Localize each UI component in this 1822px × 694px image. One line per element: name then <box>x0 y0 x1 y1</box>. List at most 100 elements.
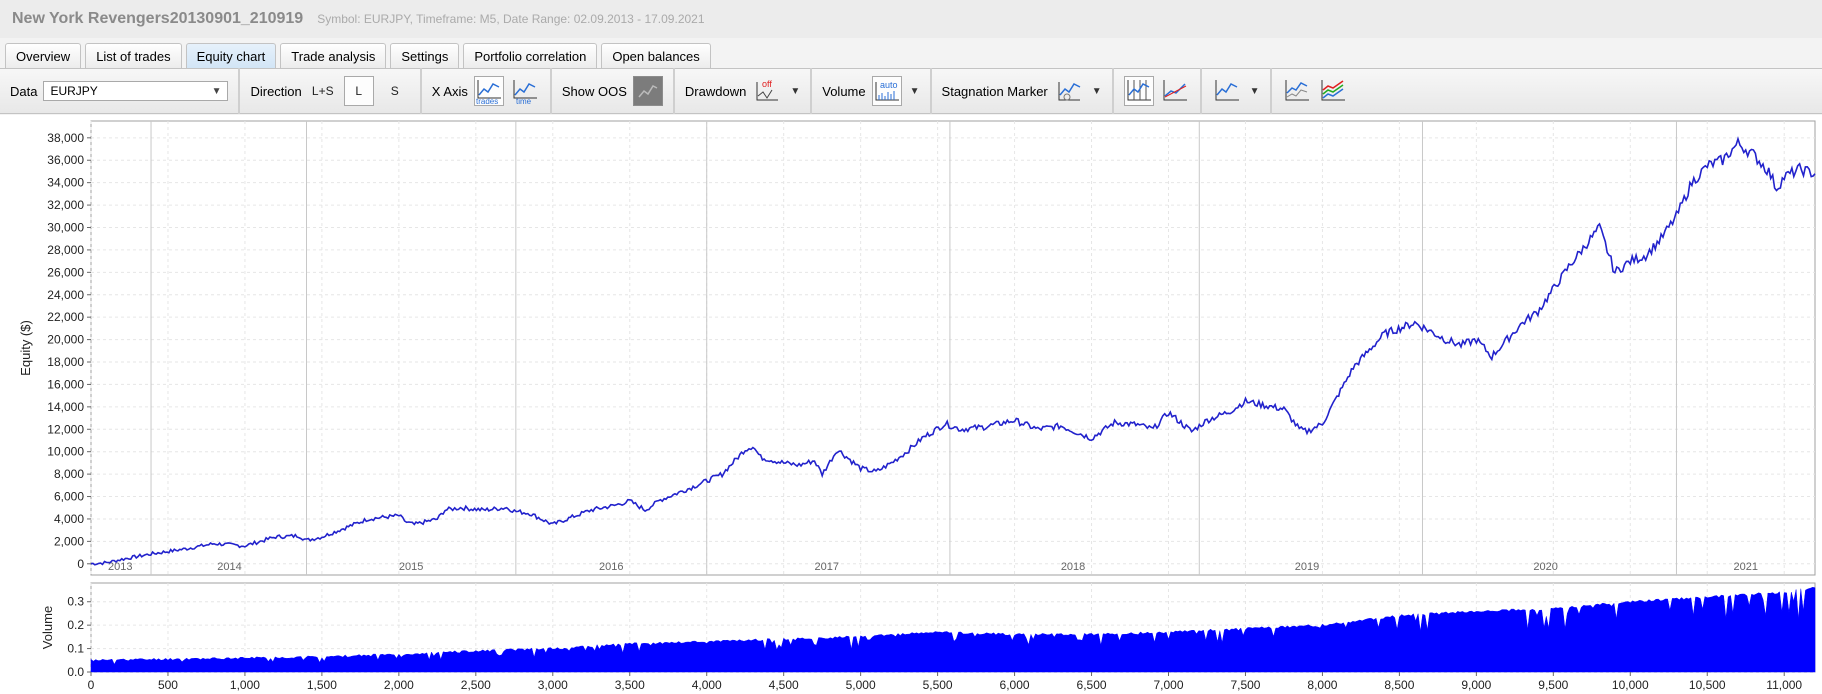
compare-button[interactable] <box>1282 76 1312 106</box>
drawdown-dropdown-icon[interactable]: ▼ <box>790 86 800 97</box>
xtick-label: 1,000 <box>230 678 260 692</box>
data-select-value: EURJPY <box>50 84 98 98</box>
data-group: Data EURJPY ▼ <box>0 68 241 114</box>
equity-ytick-label: 22,000 <box>47 310 84 324</box>
equity-ytick-label: 10,000 <box>47 445 84 459</box>
equity-axis-label: Equity ($) <box>18 320 33 376</box>
volume-ytick-label: 0.0 <box>67 665 84 679</box>
show-oos-toggle[interactable] <box>632 76 663 106</box>
title-bar: New York Revengers20130901_210919 Symbol… <box>0 0 1822 38</box>
volume-button[interactable]: auto <box>871 76 902 106</box>
chart-type-dropdown-icon[interactable]: ▼ <box>1250 86 1260 97</box>
drawdown-group: Drawdown off ▼ <box>675 68 813 114</box>
direction-group: Direction L+S L S <box>240 68 422 114</box>
direction-short-button[interactable]: S <box>380 76 410 106</box>
xtick-label: 1,500 <box>307 678 337 692</box>
xtick-label: 3,000 <box>538 678 568 692</box>
equity-ytick-label: 14,000 <box>47 400 84 414</box>
strategy-subtitle: Symbol: EURJPY, Timeframe: M5, Date Rang… <box>317 12 705 26</box>
equity-chart: 0 2,000 4,000 6,000 8,000 10,000 12,000 14,000 1… <box>0 115 1822 694</box>
xtick-label: 0 <box>88 678 95 692</box>
equity-ytick-label: 6,000 <box>54 490 84 504</box>
chevron-down-icon: ▼ <box>211 85 222 97</box>
xaxis-trades-button[interactable]: trades <box>473 76 504 106</box>
multi-series-icon <box>1321 80 1345 101</box>
equity-ytick-label: 2,000 <box>54 534 84 548</box>
stagnation-dropdown-icon[interactable]: ▼ <box>1092 86 1102 97</box>
xtick-label: 8,000 <box>1307 678 1337 692</box>
tab-open-balances[interactable]: Open balances <box>601 43 711 68</box>
trend-toggle-button[interactable] <box>1160 76 1190 106</box>
xaxis-group: X Axis trades time <box>422 68 552 114</box>
grid-chart-icon <box>1127 80 1151 101</box>
equity-ytick-label: 0 <box>77 557 84 571</box>
drawdown-state-text: off <box>762 79 772 89</box>
xtick-label: 9,500 <box>1538 678 1568 692</box>
xtick-label: 2,000 <box>384 678 414 692</box>
equity-ytick-label: 36,000 <box>47 153 84 167</box>
tab-overview[interactable]: Overview <box>5 43 82 68</box>
xtick-label: 6,500 <box>1077 678 1107 692</box>
chart-type-group: ▼ <box>1202 68 1272 114</box>
time-axis-icon: time <box>513 80 537 104</box>
equity-ytick-label: 20,000 <box>47 333 84 347</box>
xaxis-time-button[interactable]: time <box>510 76 540 106</box>
xtick-label: 3,500 <box>615 678 645 692</box>
chart-toolbar: Data EURJPY ▼ Direction L+S L S X Axis t… <box>0 68 1822 114</box>
stagnation-group: Stagnation Marker ▼ <box>932 68 1114 114</box>
tab-trade-analysis[interactable]: Trade analysis <box>280 43 387 68</box>
xtick-label: 9,000 <box>1461 678 1491 692</box>
stagnation-button[interactable] <box>1054 76 1084 106</box>
equity-ytick-label: 24,000 <box>47 288 84 302</box>
xtick-label: 2,500 <box>461 678 491 692</box>
equity-ytick-label: 16,000 <box>47 377 84 391</box>
multi-series-button[interactable] <box>1318 76 1348 106</box>
equity-ytick-label: 28,000 <box>47 243 84 257</box>
equity-plot-area <box>90 120 1816 576</box>
volume-dropdown-icon[interactable]: ▼ <box>910 86 920 97</box>
xtick-label: 7,500 <box>1230 678 1260 692</box>
xtick-label: 4,000 <box>692 678 722 692</box>
year-label: 2013 <box>108 561 132 573</box>
drawdown-button[interactable]: off <box>752 76 782 106</box>
xtick-label: 11,000 <box>1766 678 1802 692</box>
year-label: 2019 <box>1295 561 1319 573</box>
xtick-label: 10,500 <box>1689 678 1726 692</box>
equity-ytick-label: 4,000 <box>54 512 84 526</box>
xtick-label: 4,500 <box>769 678 799 692</box>
tab-bar: Overview List of trades Equity chart Tra… <box>0 43 1822 68</box>
volume-icon: auto <box>875 80 899 101</box>
xtick-label: 8,500 <box>1384 678 1414 692</box>
volume-axis-label: Volume <box>40 606 55 649</box>
direction-long-button[interactable]: L <box>343 76 374 106</box>
strategy-title: New York Revengers20130901_210919 <box>12 10 304 27</box>
year-label: 2021 <box>1733 561 1757 573</box>
data-label: Data <box>10 83 38 99</box>
volume-group: Volume auto ▼ <box>812 68 932 114</box>
stagnation-label: Stagnation Marker <box>941 83 1048 99</box>
data-select[interactable]: EURJPY ▼ <box>43 81 229 101</box>
tab-equity-chart[interactable]: Equity chart <box>185 43 277 68</box>
trend-chart-icon <box>1163 80 1187 101</box>
tab-settings[interactable]: Settings <box>390 43 460 68</box>
oos-chart-icon <box>638 85 658 98</box>
grid-toggle-button[interactable] <box>1123 76 1154 106</box>
chart-type-button[interactable] <box>1212 76 1242 106</box>
compare-group <box>1272 68 1358 114</box>
grid-group <box>1114 68 1202 114</box>
year-label: 2017 <box>815 561 839 573</box>
drawdown-label: Drawdown <box>684 83 747 99</box>
year-label: 2014 <box>217 561 241 573</box>
xtick-label: 500 <box>158 678 178 692</box>
tab-portfolio-correlation[interactable]: Portfolio correlation <box>463 43 598 68</box>
year-label: 2020 <box>1533 561 1557 573</box>
equity-ytick-label: 30,000 <box>47 220 84 234</box>
tab-list-of-trades[interactable]: List of trades <box>85 43 182 68</box>
year-label: 2018 <box>1061 561 1085 573</box>
xaxis-trades-text: trades <box>476 97 498 104</box>
volume-state-text: auto <box>880 80 898 90</box>
direction-both-button[interactable]: L+S <box>308 76 338 106</box>
line-chart-icon <box>1215 80 1239 101</box>
equity-ytick-label: 12,000 <box>47 422 84 436</box>
stagnation-icon <box>1058 82 1081 101</box>
